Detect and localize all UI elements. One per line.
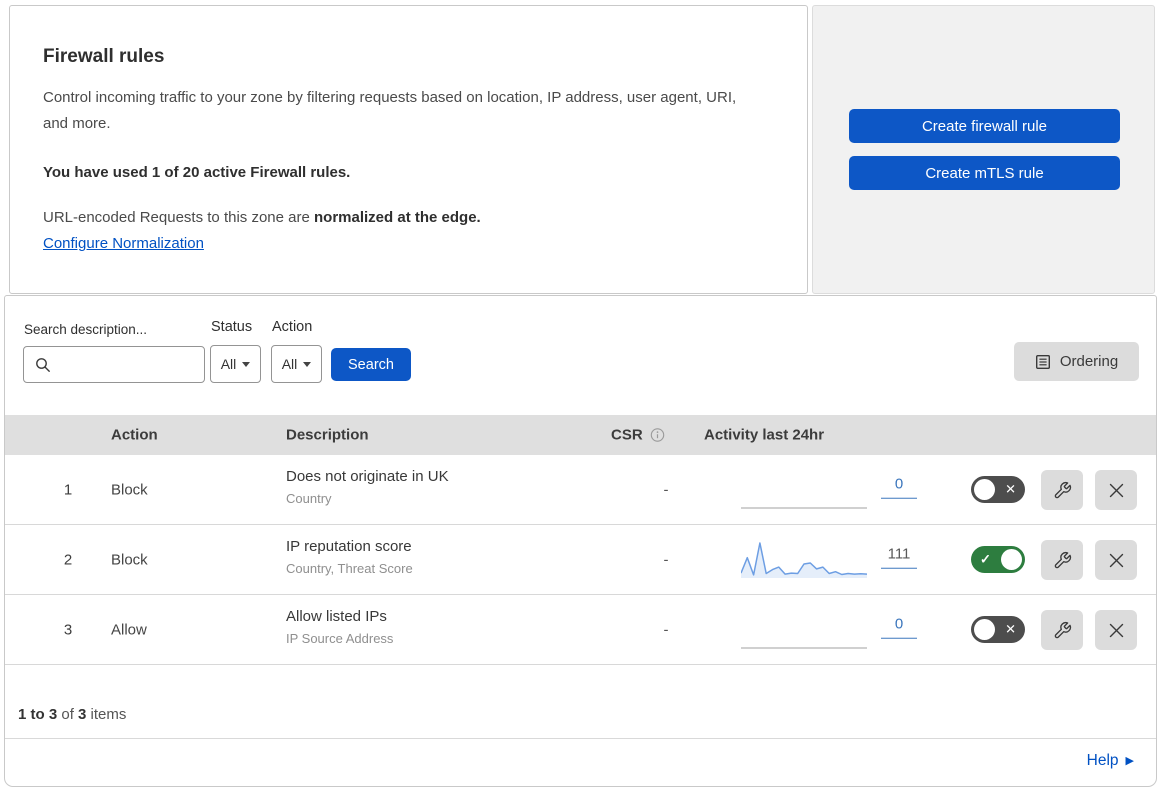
action-label: Action [272,319,313,335]
list-icon [1035,354,1050,369]
rule-enable-toggle[interactable]: ✓ ✕ [971,616,1025,643]
close-icon [1109,553,1123,567]
column-description: Description [286,426,369,444]
status-dropdown-value: All [220,356,237,372]
help-link[interactable]: Help ▶ [1087,752,1134,770]
footer-divider [5,738,1156,739]
normalization-note: URL-encoded Requests to this zone are no… [43,209,774,226]
status-label: Status [211,319,253,335]
edit-rule-button[interactable] [1041,540,1083,580]
rule-description: Does not originate in UK [286,468,449,485]
column-action: Action [111,426,158,444]
activity-count-link[interactable]: 0 [881,475,917,499]
status-dropdown[interactable]: All [210,345,261,383]
activity-count-link[interactable]: 0 [881,615,917,639]
normalization-text: URL-encoded Requests to this zone are [43,209,314,226]
toggle-x-icon: ✕ [1005,481,1016,497]
action-dropdown[interactable]: All [271,345,322,383]
search-button[interactable]: Search [331,348,411,381]
activity-sparkline [741,647,867,649]
close-icon [1109,483,1123,497]
toggle-knob [974,479,995,500]
delete-rule-button[interactable] [1095,540,1137,580]
rule-csr-value: - [663,621,669,638]
rule-fields: Country [286,491,332,506]
normalization-bold: normalized at the edge. [314,209,481,226]
help-label: Help [1086,752,1119,769]
rule-description: Allow listed IPs [286,608,387,625]
table-row: 2 Block IP reputation score Country, Thr… [5,525,1156,595]
rule-fields: Country, Threat Score [286,561,413,576]
rule-description-cell: Does not originate in UK Country [286,468,449,506]
delete-rule-button[interactable] [1095,470,1137,510]
items-count: 1 to 3 of 3 items [18,706,127,723]
arrow-right-icon: ▶ [1125,755,1134,767]
ordering-button[interactable]: Ordering [1014,342,1139,381]
rule-priority: 3 [63,621,73,638]
rules-list-card: Search description... Status Action All … [4,295,1157,787]
actions-panel: Create firewall rule Create mTLS rule [812,5,1155,294]
toggle-knob [1001,549,1022,570]
search-label: Search description... [24,322,148,337]
chevron-down-icon [303,361,312,367]
wrench-icon [1054,481,1071,498]
firewall-rules-card: Firewall rules Control incoming traffic … [9,5,808,294]
table-row: 1 Block Does not originate in UK Country… [5,455,1156,525]
items-range: 1 to 3 [18,706,58,723]
rule-priority: 2 [63,551,73,568]
rule-action: Allow [111,621,147,638]
wrench-icon [1054,551,1071,568]
wrench-icon [1054,621,1071,638]
edit-rule-button[interactable] [1041,470,1083,510]
rule-priority: 1 [63,481,73,498]
rule-description-cell: IP reputation score Country, Threat Scor… [286,538,413,576]
close-icon [1109,623,1123,637]
rule-description-cell: Allow listed IPs IP Source Address [286,608,393,646]
rule-description: IP reputation score [286,538,412,555]
search-input[interactable] [24,347,204,382]
create-mtls-rule-button[interactable]: Create mTLS rule [849,156,1120,190]
activity-sparkline [741,542,867,578]
activity-sparkline [741,507,867,509]
toggle-x-icon: ✕ [1005,621,1016,637]
table-body: 1 Block Does not originate in UK Country… [5,455,1156,665]
column-csr: CSR [611,427,665,444]
action-dropdown-value: All [281,356,298,372]
page-title: Firewall rules [43,46,165,67]
activity-count-link[interactable]: 111 [881,545,917,569]
delete-rule-button[interactable] [1095,610,1137,650]
search-box [23,346,205,383]
ordering-button-label: Ordering [1059,353,1119,370]
rule-action: Block [111,551,148,568]
rule-enable-toggle[interactable]: ✓ ✕ [971,476,1025,503]
rule-csr-value: - [663,551,669,568]
page-description: Control incoming traffic to your zone by… [43,89,737,132]
column-csr-label: CSR [611,426,643,444]
search-icon [36,358,50,372]
rule-csr-value: - [663,481,669,498]
table-row: 3 Allow Allow listed IPs IP Source Addre… [5,595,1156,665]
edit-rule-button[interactable] [1041,610,1083,650]
usage-summary: You have used 1 of 20 active Firewall ru… [43,164,351,181]
toggle-knob [974,619,995,640]
toggle-check-icon: ✓ [980,551,991,567]
rule-fields: IP Source Address [286,631,394,646]
rule-action: Block [111,481,148,498]
column-activity: Activity last 24hr [704,426,825,444]
table-header: Action Description CSR Activity last 24h… [5,415,1156,455]
configure-normalization-link[interactable]: Configure Normalization [43,235,204,252]
rule-enable-toggle[interactable]: ✓ ✕ [971,546,1025,573]
info-icon [650,428,664,442]
create-firewall-rule-button[interactable]: Create firewall rule [849,109,1120,143]
chevron-down-icon [242,361,251,367]
